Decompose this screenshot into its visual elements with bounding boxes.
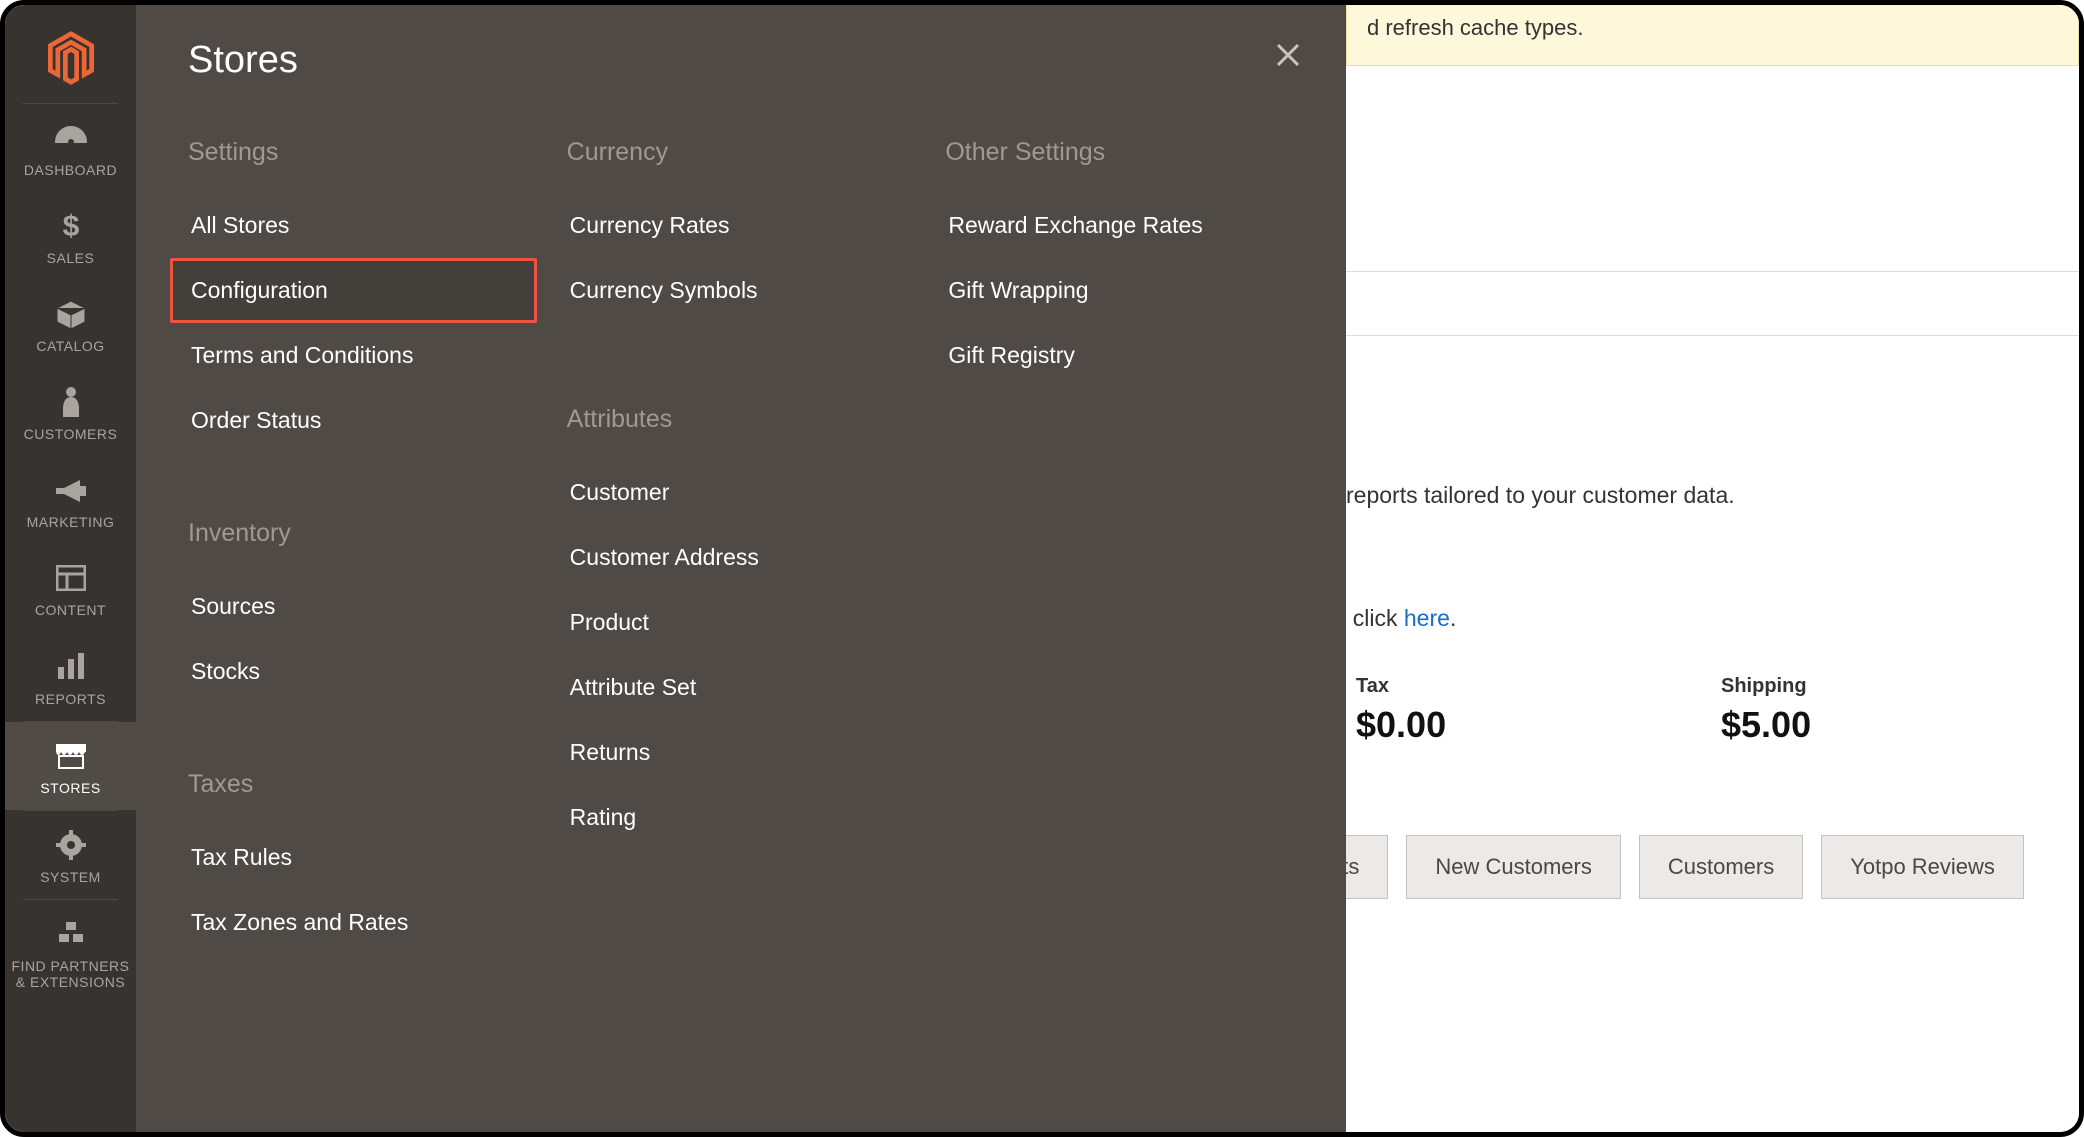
sidebar-item-content[interactable]: CONTENT bbox=[5, 544, 136, 632]
tab-new-customers[interactable]: New Customers bbox=[1406, 835, 1620, 899]
notice-text: d refresh cache types. bbox=[1367, 15, 1583, 40]
tab-customers[interactable]: Customers bbox=[1639, 835, 1803, 899]
dashboard-tabs: ucts New Customers Customers Yotpo Revie… bbox=[1290, 835, 2024, 899]
divider-line bbox=[1346, 335, 2079, 336]
storefront-icon bbox=[53, 738, 89, 774]
flyout-col-2: Currency Currency Rates Currency Symbols… bbox=[567, 138, 916, 955]
sidebar-item-system[interactable]: SYSTEM bbox=[5, 811, 136, 899]
stores-flyout: Stores Settings All Stores Configuration… bbox=[136, 5, 1346, 1132]
click-pre: , click bbox=[1340, 605, 1404, 631]
system-notice: d refresh cache types. bbox=[1346, 5, 2079, 66]
menu-attr-customer[interactable]: Customer bbox=[549, 460, 916, 525]
click-post: . bbox=[1450, 605, 1456, 631]
metrics-row: Tax $0.00 Shipping $5.00 bbox=[1356, 675, 2079, 746]
menu-currency-symbols[interactable]: Currency Symbols bbox=[549, 258, 916, 323]
metric-label: Tax bbox=[1356, 675, 1721, 698]
dollar-icon: $ bbox=[53, 208, 89, 244]
menu-attr-product[interactable]: Product bbox=[549, 590, 916, 655]
menu-tax-zones-rates[interactable]: Tax Zones and Rates bbox=[170, 890, 537, 955]
gear-icon bbox=[53, 827, 89, 863]
flyout-col-3: Other Settings Reward Exchange Rates Gif… bbox=[945, 138, 1294, 955]
sidebar-item-label: CONTENT bbox=[35, 602, 106, 618]
menu-attr-customer-address[interactable]: Customer Address bbox=[549, 525, 916, 590]
divider-line bbox=[1346, 271, 2079, 272]
sidebar-item-label: CATALOG bbox=[36, 338, 104, 354]
menu-stocks[interactable]: Stocks bbox=[170, 639, 537, 704]
metric-value: $0.00 bbox=[1356, 704, 1721, 746]
sidebar-item-customers[interactable]: CUSTOMERS bbox=[5, 368, 136, 456]
metric-shipping: Shipping $5.00 bbox=[1721, 675, 2084, 746]
menu-sources[interactable]: Sources bbox=[170, 574, 537, 639]
menu-attr-attribute-set[interactable]: Attribute Set bbox=[549, 655, 916, 720]
page-background: d refresh cache types. reports tailored … bbox=[1346, 5, 2079, 1132]
group-taxes-heading: Taxes bbox=[188, 770, 537, 799]
layout-icon bbox=[53, 560, 89, 596]
sidebar-item-label: SYSTEM bbox=[40, 869, 101, 885]
close-button[interactable] bbox=[1270, 39, 1306, 75]
box-icon bbox=[53, 296, 89, 332]
magento-logo[interactable] bbox=[5, 17, 136, 103]
sidebar-item-dashboard[interactable]: DASHBOARD bbox=[5, 104, 136, 192]
click-here-text: , click here. bbox=[1340, 605, 1456, 632]
sidebar-item-label: MARKETING bbox=[27, 514, 115, 530]
sidebar-item-partners[interactable]: FIND PARTNERS & EXTENSIONS bbox=[5, 900, 136, 1004]
group-currency-heading: Currency bbox=[567, 138, 916, 167]
sidebar-item-label: FIND PARTNERS & EXTENSIONS bbox=[9, 958, 132, 990]
megaphone-icon bbox=[53, 472, 89, 508]
metric-label: Shipping bbox=[1721, 675, 2084, 698]
flyout-col-1: Settings All Stores Configuration Terms … bbox=[188, 138, 537, 955]
bars-icon bbox=[53, 649, 89, 685]
dashboard-icon bbox=[53, 120, 89, 156]
flyout-columns: Settings All Stores Configuration Terms … bbox=[188, 138, 1294, 955]
metric-tax: Tax $0.00 bbox=[1356, 675, 1721, 746]
group-attributes-heading: Attributes bbox=[567, 405, 916, 434]
group-inventory-heading: Inventory bbox=[188, 519, 537, 548]
here-link[interactable]: here bbox=[1404, 605, 1450, 631]
group-settings-heading: Settings bbox=[188, 138, 537, 167]
sidebar-item-catalog[interactable]: CATALOG bbox=[5, 280, 136, 368]
tab-yotpo-reviews[interactable]: Yotpo Reviews bbox=[1821, 835, 2024, 899]
sidebar-item-reports[interactable]: REPORTS bbox=[5, 633, 136, 721]
menu-configuration[interactable]: Configuration bbox=[170, 258, 537, 323]
menu-terms-conditions[interactable]: Terms and Conditions bbox=[170, 323, 537, 388]
flyout-title: Stores bbox=[188, 39, 1294, 82]
sidebar-item-label: CUSTOMERS bbox=[24, 426, 118, 442]
metric-value: $5.00 bbox=[1721, 704, 2084, 746]
person-icon bbox=[53, 384, 89, 420]
reports-text-fragment: reports tailored to your customer data. bbox=[1346, 482, 1735, 509]
menu-all-stores[interactable]: All Stores bbox=[170, 193, 537, 258]
menu-tax-rules[interactable]: Tax Rules bbox=[170, 825, 537, 890]
menu-currency-rates[interactable]: Currency Rates bbox=[549, 193, 916, 258]
menu-attr-rating[interactable]: Rating bbox=[549, 785, 916, 850]
sidebar-item-marketing[interactable]: MARKETING bbox=[5, 456, 136, 544]
sidebar-item-label: SALES bbox=[47, 250, 95, 266]
admin-sidebar: DASHBOARD $ SALES CATALOG CUSTOMERS MARK… bbox=[5, 5, 136, 1132]
group-other-heading: Other Settings bbox=[945, 138, 1294, 167]
sidebar-item-sales[interactable]: $ SALES bbox=[5, 192, 136, 280]
menu-gift-registry[interactable]: Gift Registry bbox=[927, 323, 1294, 388]
menu-reward-rates[interactable]: Reward Exchange Rates bbox=[927, 193, 1294, 258]
sidebar-item-label: REPORTS bbox=[35, 691, 106, 707]
menu-attr-returns[interactable]: Returns bbox=[549, 720, 916, 785]
app-frame: d refresh cache types. reports tailored … bbox=[0, 0, 2084, 1137]
sidebar-item-stores[interactable]: STORES bbox=[5, 722, 136, 810]
sidebar-item-label: DASHBOARD bbox=[24, 162, 117, 178]
menu-gift-wrapping[interactable]: Gift Wrapping bbox=[927, 258, 1294, 323]
sidebar-item-label: STORES bbox=[40, 780, 100, 796]
svg-text:$: $ bbox=[62, 210, 79, 243]
close-icon bbox=[1274, 41, 1302, 74]
blocks-icon bbox=[53, 916, 89, 952]
menu-order-status[interactable]: Order Status bbox=[170, 388, 537, 453]
